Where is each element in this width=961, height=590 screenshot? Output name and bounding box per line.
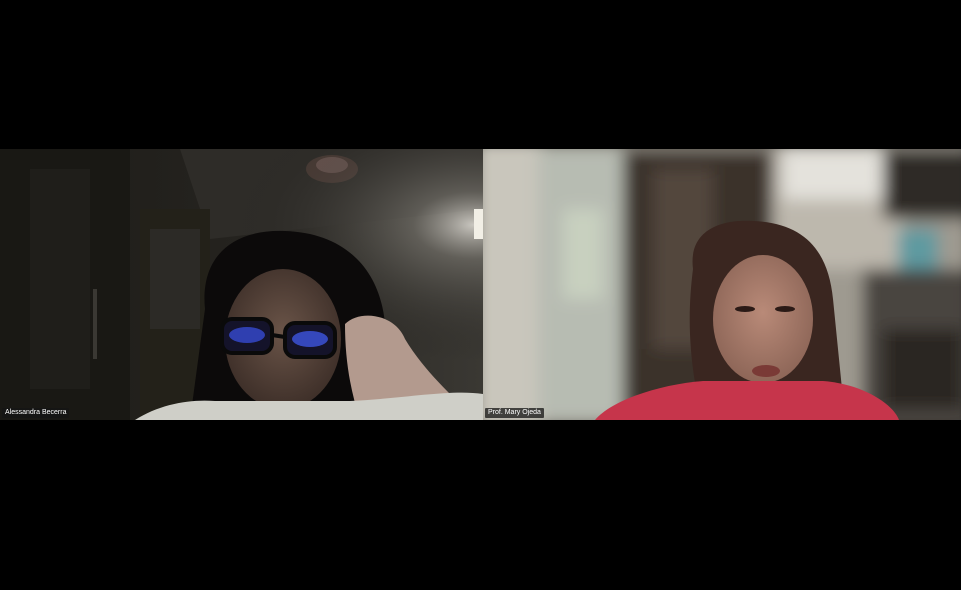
participant-video-feed: [483, 149, 961, 420]
participant-video-feed: [0, 149, 483, 420]
participant-name-tag: Alessandra Becerra: [2, 408, 70, 418]
participant-name-tag: Prof. Mary Ojeda: [485, 408, 544, 418]
participant-video-tile[interactable]: Prof. Mary Ojeda: [483, 149, 961, 420]
participant-video-tile[interactable]: Alessandra Becerra: [0, 149, 483, 420]
video-call-gallery: Alessandra Becerra Prof. Mary Ojeda: [0, 0, 961, 590]
